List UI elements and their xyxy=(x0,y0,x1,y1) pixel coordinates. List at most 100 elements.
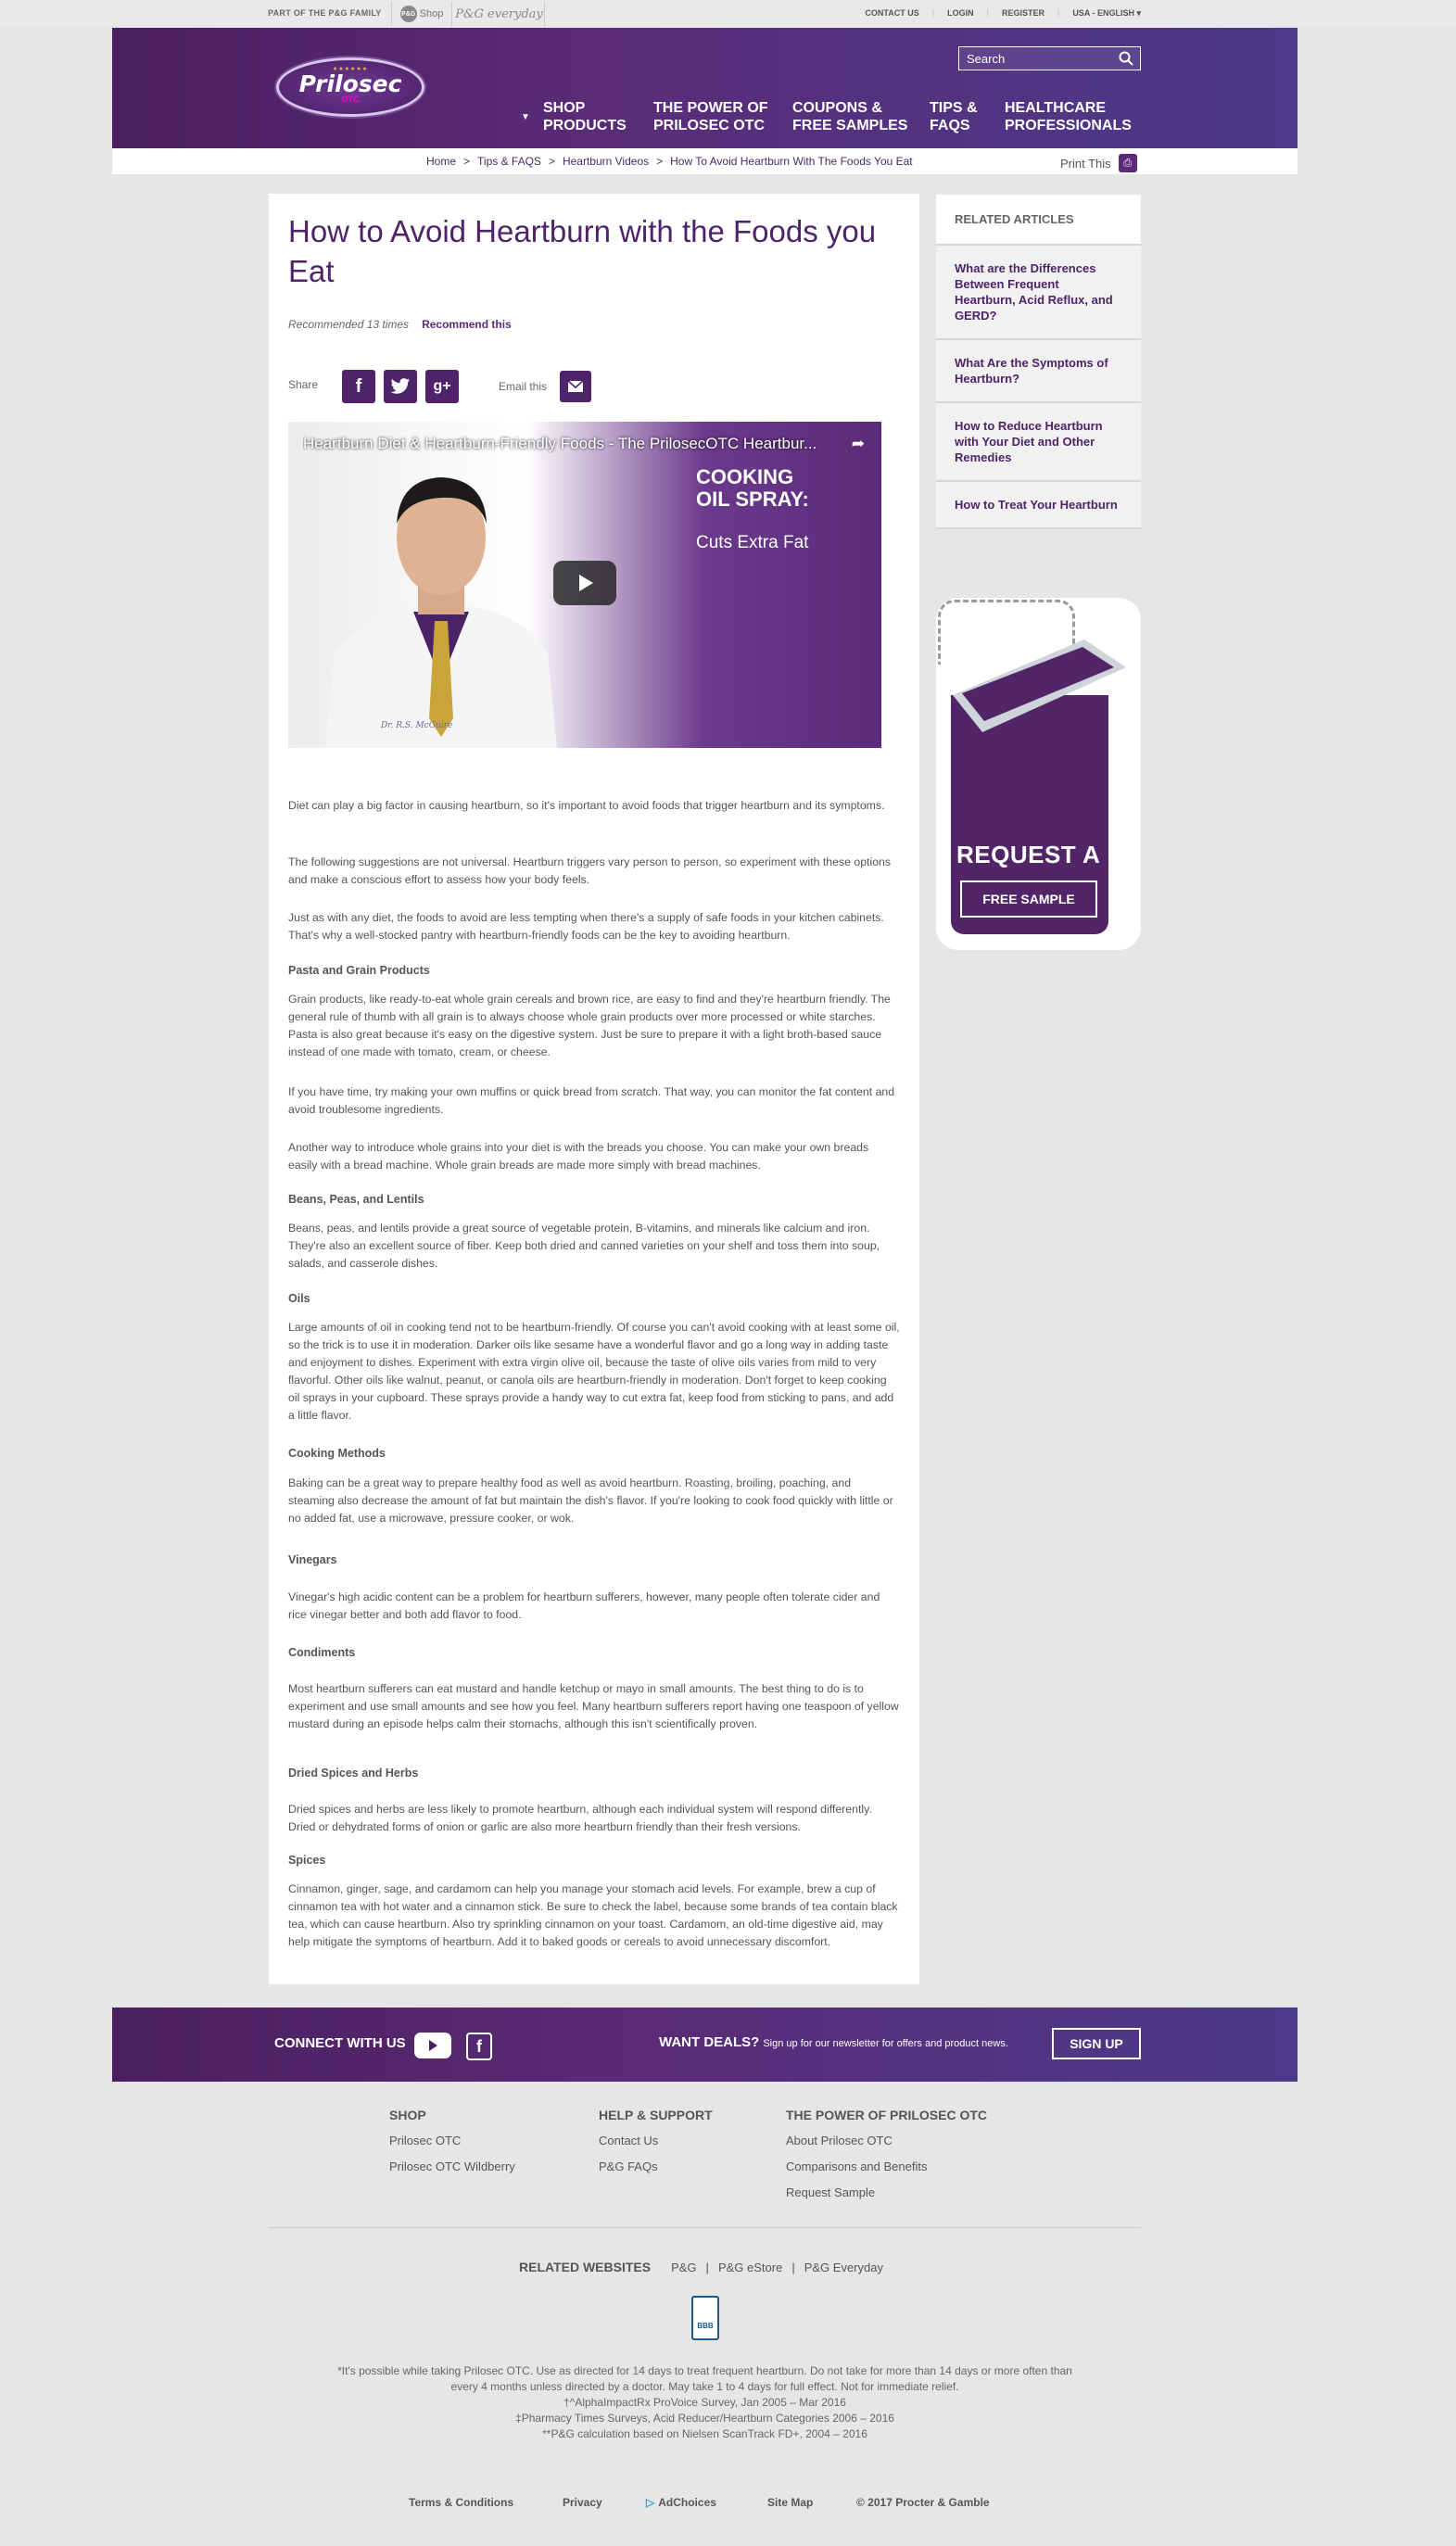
related-article-link[interactable]: How to Treat Your Heartburn xyxy=(936,482,1141,529)
nav-label-line1: TIPS & xyxy=(930,100,978,116)
nav-tips-faqs[interactable]: TIPS & FAQS xyxy=(930,99,978,134)
utility-links: CONTACT US | LOGIN | REGISTER | USA - ENGLI… xyxy=(865,8,1141,19)
video-overlay-heading: COOKING OIL SPRAY: xyxy=(696,466,809,511)
search-input[interactable]: Search xyxy=(958,46,1141,70)
video-player[interactable]: Dr. R.S. McGuire Heartburn Diet & Heartb… xyxy=(288,422,881,748)
related-site-link[interactable]: P&G Everyday xyxy=(804,2261,883,2274)
section-heading: Dried Spices and Herbs xyxy=(288,1767,419,1780)
breadcrumb-home[interactable]: Home xyxy=(426,155,456,168)
article-paragraph: Large amounts of oil in cooking tend not… xyxy=(288,1321,900,1422)
locale-selector[interactable]: USA - ENGLISH ▾ xyxy=(1072,8,1141,19)
sitemap-link[interactable]: Site Map xyxy=(767,2496,813,2509)
google-plus-icon[interactable]: g+ xyxy=(425,370,459,403)
nav-label-line2: PRILOSEC OTC xyxy=(653,118,766,133)
footer-link[interactable]: P&G FAQs xyxy=(599,2154,713,2180)
section-heading: Pasta and Grain Products xyxy=(288,964,430,977)
footer-column-power: THE POWER OF PRILOSEC OTC About Prilosec… xyxy=(786,2102,987,2206)
chevron-down-icon[interactable]: ▼ xyxy=(521,112,530,122)
email-icon[interactable] xyxy=(560,371,591,402)
related-site-link[interactable]: P&G eStore xyxy=(718,2261,782,2274)
footer-link[interactable]: Prilosec OTC xyxy=(389,2128,515,2154)
footer-link[interactable]: Comparisons and Benefits xyxy=(786,2154,987,2180)
privacy-link[interactable]: Privacy xyxy=(563,2496,602,2509)
play-button[interactable] xyxy=(553,561,616,605)
search-icon[interactable] xyxy=(1119,51,1133,66)
contact-us-link[interactable]: CONTACT US xyxy=(865,8,918,19)
free-sample-button[interactable]: FREE SAMPLE xyxy=(960,880,1097,918)
nav-label-line2: PROFESSIONALS xyxy=(1005,118,1132,133)
promo-title: REQUEST A xyxy=(956,841,1101,868)
register-link[interactable]: REGISTER xyxy=(1002,8,1045,19)
recommend-row: Recommended 13 times Recommend this xyxy=(288,318,512,331)
youtube-icon[interactable] xyxy=(414,2033,451,2058)
footer-band: CONNECT WITH US f WANT DEALS? Sign up for… xyxy=(112,2008,1298,2082)
article-paragraph: Cinnamon, ginger, sage, and cardamom can… xyxy=(288,1882,898,1948)
connect-label: CONNECT WITH US xyxy=(274,2035,406,2051)
breadcrumb-separator: > xyxy=(656,155,664,168)
login-link[interactable]: LOGIN xyxy=(947,8,974,19)
footer-column-shop: SHOP Prilosec OTC Prilosec OTC Wildberry xyxy=(389,2102,515,2180)
terms-link[interactable]: Terms & Conditions xyxy=(409,2496,513,2509)
search-placeholder: Search xyxy=(967,52,1006,66)
logo-stars-icon: ★★★★★★ xyxy=(332,67,369,72)
nav-power-of-prilosec[interactable]: THE POWER OF PRILOSEC OTC xyxy=(653,99,768,134)
related-article-link[interactable]: What Are the Symptoms of Heartburn? xyxy=(936,340,1141,403)
video-overlay-line1: COOKING xyxy=(696,465,794,488)
bbb-badge-icon[interactable]: BBB xyxy=(691,2296,719,2340)
print-button[interactable]: Print This ⎙ xyxy=(1060,154,1137,172)
pg-logo-icon: P&G xyxy=(399,6,417,22)
related-articles-heading: RELATED ARTICLES xyxy=(936,195,1141,246)
pg-family-label: PART OF THE P&G FAMILY xyxy=(268,8,382,18)
play-icon xyxy=(579,575,593,591)
recommend-count: Recommended 13 times xyxy=(288,318,410,331)
related-article-link[interactable]: What are the Differences Between Frequen… xyxy=(936,246,1141,340)
article-paragraph: Diet can play a big factor in causing he… xyxy=(288,799,885,812)
article-paragraph: Another way to introduce whole grains in… xyxy=(288,1141,869,1172)
section-heading: Beans, Peas, and Lentils xyxy=(288,1193,424,1206)
breadcrumb-current: How To Avoid Heartburn With The Foods Yo… xyxy=(670,155,913,168)
adchoices-link[interactable]: ▷ AdChoices xyxy=(646,2496,716,2509)
video-overlay-line2: OIL SPRAY: xyxy=(696,488,809,511)
related-articles: RELATED ARTICLES What are the Difference… xyxy=(936,195,1141,529)
nav-label-line1: HEALTHCARE xyxy=(1005,100,1107,116)
recommend-button[interactable]: Recommend this xyxy=(422,318,512,331)
twitter-icon[interactable] xyxy=(384,370,417,403)
article-paragraph: The following suggestions are not univer… xyxy=(288,855,892,886)
related-site-link[interactable]: P&G xyxy=(671,2261,696,2274)
free-sample-promo[interactable]: REQUEST A FREE SAMPLE xyxy=(936,598,1141,950)
footer-link[interactable]: Request Sample xyxy=(786,2180,987,2206)
nav-label-line2: FAQS xyxy=(930,118,970,133)
nav-shop-products[interactable]: SHOP PRODUCTS xyxy=(543,99,627,134)
nav-coupons-samples[interactable]: COUPONS & FREE SAMPLES xyxy=(792,99,907,134)
related-article-link[interactable]: How to Reduce Heartburn with Your Diet a… xyxy=(936,403,1141,482)
footer-link[interactable]: Contact Us xyxy=(599,2128,713,2154)
deals-heading: WANT DEALS? xyxy=(659,2034,760,2050)
footer-link[interactable]: Prilosec OTC Wildberry xyxy=(389,2154,515,2180)
disclaimer-text: †^AlphaImpactRx ProVoice Survey, Jan 200… xyxy=(563,2396,846,2409)
article-paragraph: Most heartburn sufferers can eat mustard… xyxy=(288,1682,899,1730)
footer-link[interactable]: About Prilosec OTC xyxy=(786,2128,987,2154)
pg-shop-link[interactable]: P&G Shop xyxy=(391,2,452,26)
nav-label-line2: FREE SAMPLES xyxy=(792,118,908,133)
prilosec-logo[interactable]: ★★★★★★ Prilosec OTC xyxy=(276,57,424,117)
nav-label-line1: THE POWER OF xyxy=(653,100,768,116)
deals-label: WANT DEALS? Sign up for our newsletter fo… xyxy=(659,2034,1008,2050)
breadcrumb-tips[interactable]: Tips & FAQS xyxy=(477,155,541,168)
article-paragraph: Baking can be a great way to prepare hea… xyxy=(288,1476,893,1525)
facebook-icon[interactable]: f xyxy=(466,2033,492,2060)
article-paragraph: Beans, peas, and lentils provide a great… xyxy=(288,1222,880,1270)
nav-label-line1: SHOP xyxy=(543,100,586,116)
signup-button[interactable]: SIGN UP xyxy=(1052,2028,1141,2059)
section-heading: Vinegars xyxy=(288,1553,337,1566)
video-title[interactable]: Heartburn Diet & Heartburn-Friendly Food… xyxy=(303,435,841,453)
nav-healthcare-professionals[interactable]: HEALTHCARE PROFESSIONALS xyxy=(1005,99,1132,134)
email-label: Email this xyxy=(499,380,548,393)
share-arrow-icon[interactable]: ➦ xyxy=(852,435,865,453)
printer-icon: ⎙ xyxy=(1118,154,1137,172)
article-paragraph: Grain products, like ready-to-eat whole … xyxy=(288,993,891,1058)
facebook-icon[interactable]: f xyxy=(342,370,375,403)
related-websites: RELATED WEBSITES P&G | P&G eStore | P&G Ev… xyxy=(519,2260,883,2274)
pg-everyday-link[interactable]: P&G everyday xyxy=(454,2,545,26)
related-websites-heading: RELATED WEBSITES xyxy=(519,2260,652,2274)
breadcrumb-videos[interactable]: Heartburn Videos xyxy=(563,155,649,168)
